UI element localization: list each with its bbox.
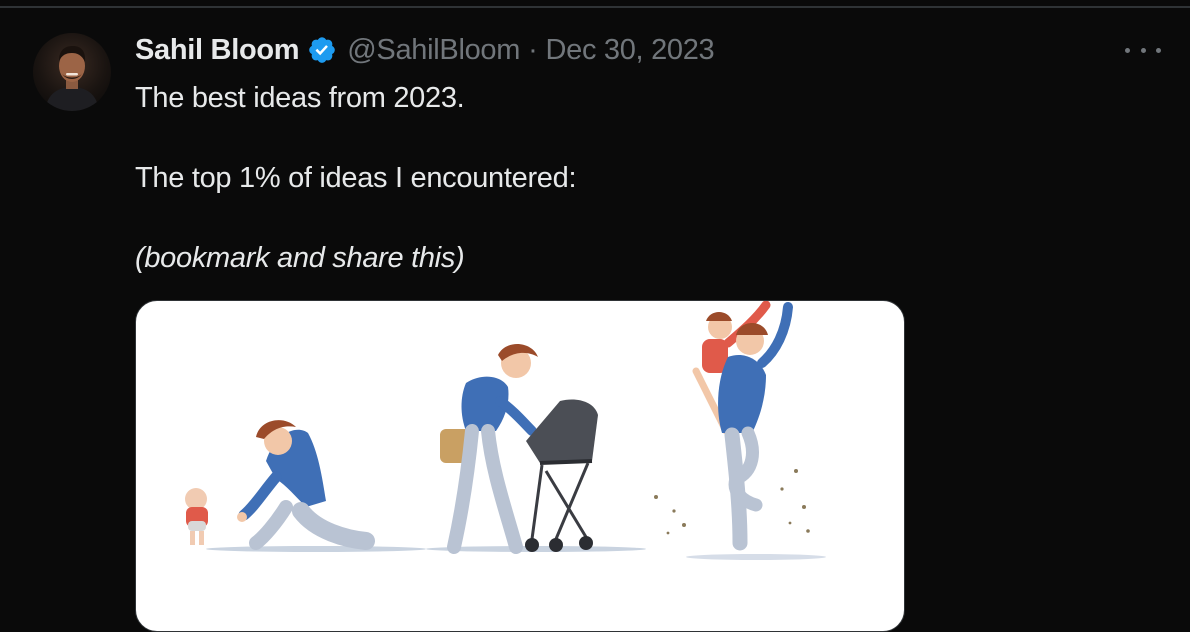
verified-badge-icon [309,37,336,63]
tweet-header: Sahil Bloom @SahilBloom · Dec 30, 2023 [135,30,715,70]
tweet-text: The best ideas from 2023. The top 1% of … [135,78,1035,278]
author-name[interactable]: Sahil Bloom [135,34,300,67]
tweet-date[interactable]: Dec 30, 2023 [545,34,714,67]
tweet-media-image[interactable] [135,300,905,632]
top-divider [0,6,1190,8]
scene-piggyback [654,301,810,551]
avatar-portrait [45,46,99,111]
tweet-line-1: The best ideas from 2023. [135,82,465,114]
header-separator: · [528,33,538,66]
scene-baby-steps [185,420,375,550]
more-options-icon[interactable] [1125,38,1161,62]
avatar[interactable] [33,33,111,111]
tweet-line-3: (bookmark and share this) [135,242,465,274]
illustration-image [185,301,826,560]
author-handle[interactable]: @SahilBloom [347,34,520,67]
scene-stroller [440,343,598,554]
tweet-line-2: The top 1% of ideas I encountered: [135,162,577,194]
